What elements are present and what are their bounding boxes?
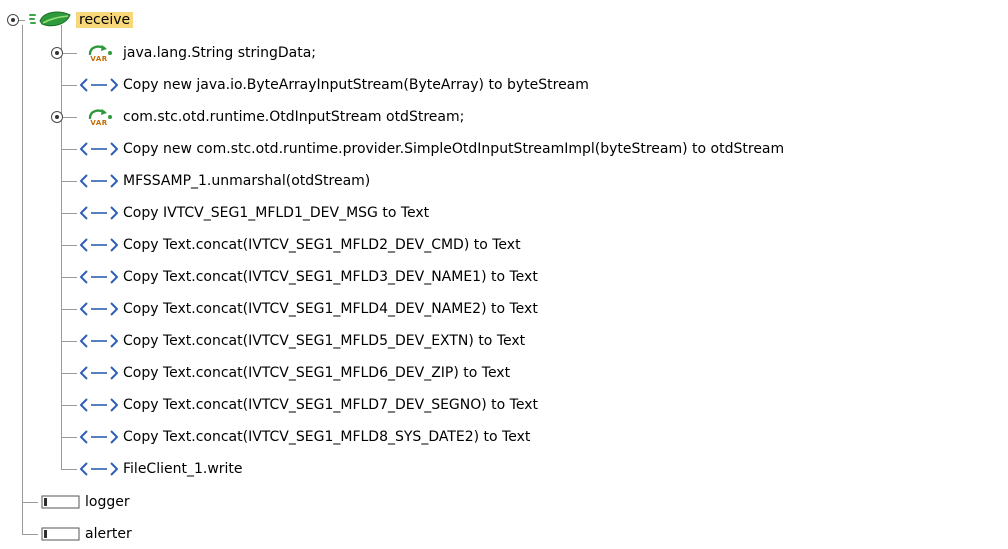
tree-line-child	[61, 405, 77, 406]
variable-icon-text: VAR	[90, 54, 108, 63]
tree-line-receive	[61, 25, 62, 470]
tree-node-operation[interactable]: Copy IVTCV_SEG1_MFLD1_DEV_MSG to Text	[78, 198, 432, 228]
tree-line-child	[61, 245, 77, 246]
tree-node-label-alerter: alerter	[85, 526, 132, 542]
tree-node-label: Copy Text.concat(IVTCV_SEG1_MFLD7_DEV_SE…	[123, 397, 538, 413]
tree-line-child	[61, 341, 77, 342]
operation-icon	[78, 171, 120, 191]
tree-node-label: Copy new java.io.ByteArrayInputStream(By…	[123, 77, 589, 93]
tree-node-operation[interactable]: Copy Text.concat(IVTCV_SEG1_MFLD2_DEV_CM…	[78, 230, 524, 260]
tree-node-operation[interactable]: Copy Text.concat(IVTCV_SEG1_MFLD6_DEV_ZI…	[78, 358, 513, 388]
tree-node-operation[interactable]: MFSSAMP_1.unmarshal(otdStream)	[78, 166, 373, 196]
operation-icon	[78, 299, 120, 319]
operation-icon	[78, 331, 120, 351]
tree-node-label: Copy Text.concat(IVTCV_SEG1_MFLD6_DEV_ZI…	[123, 365, 511, 381]
tree-node-label: Copy Text.concat(IVTCV_SEG1_MFLD2_DEV_CM…	[123, 237, 521, 253]
tree-node-variable[interactable]: VAR java.lang.String stringData;	[78, 38, 319, 68]
tree-node-alerter[interactable]: alerter	[40, 519, 135, 549]
operation-icon	[78, 203, 120, 223]
operation-icon	[78, 75, 120, 95]
tree-node-label: Copy new com.stc.otd.runtime.provider.Si…	[123, 141, 785, 157]
tree-line-child	[61, 373, 77, 374]
tree-node-label: Copy Text.concat(IVTCV_SEG1_MFLD8_SYS_DA…	[123, 429, 531, 445]
tree-node-operation[interactable]: Copy new java.io.ByteArrayInputStream(By…	[78, 70, 592, 100]
tree-line-child	[61, 309, 77, 310]
operation-icon	[78, 459, 120, 479]
tree-line-child	[61, 277, 77, 278]
operation-icon	[78, 363, 120, 383]
tree-node-label: Copy IVTCV_SEG1_MFLD1_DEV_MSG to Text	[123, 205, 430, 221]
operation-icon	[78, 427, 120, 447]
tree-node-operation[interactable]: Copy Text.concat(IVTCV_SEG1_MFLD3_DEV_NA…	[78, 262, 541, 292]
variable-icon: VAR	[78, 44, 120, 63]
tree-node-label: com.stc.otd.runtime.OtdInputStream otdSt…	[123, 109, 465, 125]
tree-node-operation[interactable]: Copy new com.stc.otd.runtime.provider.Si…	[78, 134, 787, 164]
tree-node-operation[interactable]: FileClient_1.write	[78, 454, 246, 484]
tree-node-variable[interactable]: VAR com.stc.otd.runtime.OtdInputStream ot…	[78, 102, 467, 132]
tree-node-label: java.lang.String stringData;	[123, 45, 317, 61]
tree-node-label: Copy Text.concat(IVTCV_SEG1_MFLD5_DEV_EX…	[123, 333, 526, 349]
tree-line-root	[22, 25, 23, 534]
tree-line-child	[61, 213, 77, 214]
resource-icon	[40, 495, 82, 509]
resource-icon	[40, 527, 82, 541]
operation-icon	[78, 139, 120, 159]
operation-icon	[78, 395, 120, 415]
tree-node-label-logger: logger	[85, 494, 130, 510]
tree-node-label: MFSSAMP_1.unmarshal(otdStream)	[123, 173, 371, 189]
expand-toggle-receive[interactable]	[7, 14, 19, 26]
tree-line-child	[61, 149, 77, 150]
tree-node-receive[interactable]: receive	[26, 5, 134, 35]
tree-node-label: FileClient_1.write	[123, 461, 243, 477]
tree-line-child	[61, 181, 77, 182]
tree-node-operation[interactable]: Copy Text.concat(IVTCV_SEG1_MFLD4_DEV_NA…	[78, 294, 541, 324]
method-tree: receive VAR java.lang.String stringData; C…	[0, 0, 1008, 542]
tree-line-receive-h	[19, 20, 25, 21]
tree-line-child	[61, 85, 77, 86]
leaf-icon	[26, 10, 76, 30]
tree-line-alerter	[22, 534, 38, 535]
operation-icon	[78, 235, 120, 255]
tree-node-operation[interactable]: Copy Text.concat(IVTCV_SEG1_MFLD8_SYS_DA…	[78, 422, 533, 452]
tree-node-operation[interactable]: Copy Text.concat(IVTCV_SEG1_MFLD5_DEV_EX…	[78, 326, 528, 356]
tree-node-label-receive: receive	[76, 12, 134, 28]
expand-toggle-var[interactable]	[51, 47, 63, 59]
operation-icon	[78, 267, 120, 287]
tree-node-label: Copy Text.concat(IVTCV_SEG1_MFLD3_DEV_NA…	[123, 269, 538, 285]
tree-line-child	[61, 117, 77, 118]
tree-node-label: Copy Text.concat(IVTCV_SEG1_MFLD4_DEV_NA…	[123, 301, 538, 317]
tree-line-child	[61, 469, 77, 470]
tree-line-logger	[22, 502, 38, 503]
variable-icon-text: VAR	[90, 118, 108, 127]
tree-line-child	[61, 53, 77, 54]
variable-icon: VAR	[78, 108, 120, 127]
tree-node-logger[interactable]: logger	[40, 487, 133, 517]
tree-node-operation[interactable]: Copy Text.concat(IVTCV_SEG1_MFLD7_DEV_SE…	[78, 390, 541, 420]
tree-line-child	[61, 437, 77, 438]
expand-toggle-var[interactable]	[51, 111, 63, 123]
